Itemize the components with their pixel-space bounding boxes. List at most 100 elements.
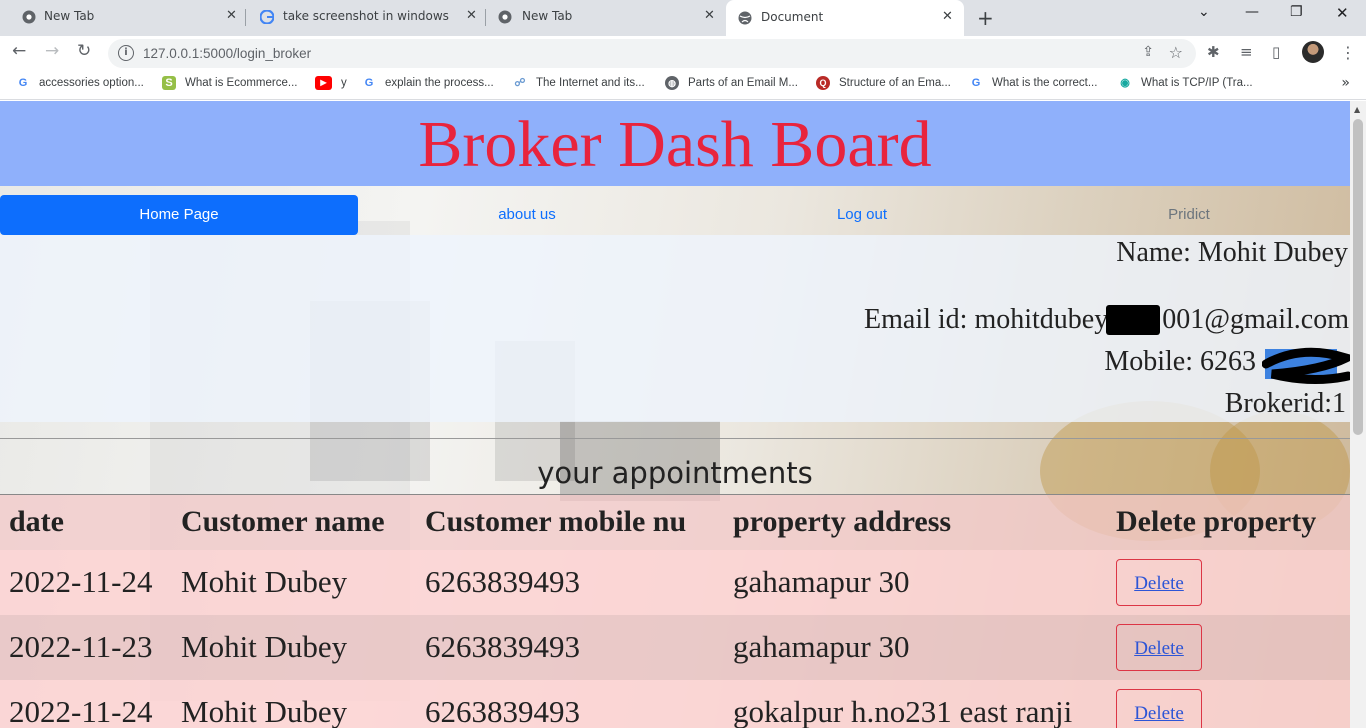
bookmark-item[interactable]: ◉ What is TCP/IP (Tra... — [1118, 76, 1252, 90]
nav-home-page[interactable]: Home Page — [0, 195, 358, 235]
page-content: Broker Dash Board Home Page about us Log… — [0, 101, 1350, 728]
chrome-icon — [22, 10, 36, 24]
url-text[interactable]: 127.0.0.1:5000/login_broker — [143, 46, 311, 61]
bookmark-item[interactable]: Q Structure of an Ema... — [816, 76, 951, 90]
close-icon[interactable]: ✕ — [704, 8, 715, 23]
more-bookmarks-icon[interactable]: » — [1341, 75, 1350, 91]
redaction-scribble — [1262, 347, 1350, 385]
share-icon[interactable]: ⇪ — [1142, 44, 1154, 60]
cell-property-address: gahamapur 30 — [724, 549, 1107, 615]
cell-customer-mobile: 6263839493 — [416, 549, 724, 615]
bookmark-item[interactable]: ▶ y — [315, 76, 347, 90]
cell-action: Delete — [1107, 549, 1350, 615]
profile-brokerid: Brokerid:1 — [1224, 388, 1346, 419]
google-icon: G — [18, 77, 28, 89]
cell-date: 2022-11-23 — [0, 614, 172, 680]
page-header: Broker Dash Board — [0, 101, 1350, 186]
bookmark-item[interactable]: ◍ Parts of an Email M... — [665, 76, 798, 90]
bookmark-item[interactable]: Gaccessories option... — [16, 76, 144, 90]
cell-property-address: gahamapur 30 — [724, 614, 1107, 680]
tab-new-tab-2[interactable]: New Tab ✕ — [486, 0, 724, 34]
google-icon: G — [364, 77, 374, 89]
back-icon[interactable]: ← — [12, 41, 26, 61]
google-icon: G — [971, 77, 981, 89]
cell-property-address: gokalpur h.no231 east ranji — [724, 679, 1107, 728]
section-divider — [0, 438, 1350, 439]
table-row: 2022-11-23 Mohit Dubey 6263839493 gahama… — [0, 614, 1350, 680]
page-title: Broker Dash Board — [418, 108, 932, 181]
extensions-icon[interactable]: ✱ — [1207, 43, 1220, 61]
chrome-icon — [498, 10, 512, 24]
quora-icon: Q — [816, 76, 830, 90]
forward-icon[interactable]: → — [45, 41, 59, 61]
tab-document[interactable]: Document ✕ — [726, 0, 964, 36]
cell-customer-name: Mohit Dubey — [172, 549, 416, 615]
site-info-icon[interactable]: i — [118, 45, 134, 61]
profile-avatar[interactable] — [1302, 41, 1324, 63]
main-nav: Home Page about us Log out Pridict — [0, 195, 1350, 235]
tab-take-screenshot[interactable]: take screenshot in windows 10 - ✕ — [246, 0, 486, 34]
cell-customer-name: Mohit Dubey — [172, 679, 416, 728]
table-header-row: date Customer name Customer mobile nu pr… — [0, 494, 1350, 550]
table-row: 2022-11-24 Mohit Dubey 6263839493 gahama… — [0, 549, 1350, 615]
scrollbar-thumb[interactable] — [1353, 119, 1363, 435]
youtube-icon: ▶ — [315, 76, 332, 90]
nav-predict[interactable]: Pridict — [1028, 195, 1350, 235]
window-close-icon[interactable]: ✕ — [1336, 4, 1349, 22]
menu-icon[interactable]: ⋮ — [1340, 43, 1356, 62]
tab-new-tab-1[interactable]: New Tab ✕ — [0, 0, 246, 34]
redaction-mark — [1106, 305, 1160, 335]
profile-name: Name: Mohit Dubey — [1116, 237, 1348, 268]
eye-icon: ◉ — [1120, 77, 1130, 89]
tab-title: New Tab — [44, 9, 95, 23]
close-icon[interactable]: ✕ — [942, 9, 953, 24]
shopify-icon: S — [162, 76, 176, 90]
bookmark-item[interactable]: S What is Ecommerce... — [162, 76, 297, 90]
restore-icon[interactable]: ❐ — [1290, 4, 1303, 20]
address-bar[interactable]: i 127.0.0.1:5000/login_broker ⇪ ☆ — [108, 39, 1196, 68]
cell-customer-name: Mohit Dubey — [172, 614, 416, 680]
column-header-date: date — [0, 494, 172, 550]
minimize-icon[interactable]: — — [1245, 4, 1259, 20]
network-icon: ☍ — [514, 77, 526, 89]
globe-icon — [738, 11, 752, 25]
column-header-property-address: property address — [724, 494, 1107, 550]
column-header-customer-name: Customer name — [172, 494, 416, 550]
cell-date: 2022-11-24 — [0, 549, 172, 615]
tab-strip: New Tab ✕ take screenshot in windows 10 … — [0, 0, 1366, 36]
column-header-delete-property: Delete property — [1107, 494, 1350, 550]
delete-button[interactable]: Delete — [1116, 688, 1202, 728]
table-row: 2022-11-24 Mohit Dubey 6263839493 gokalp… — [0, 679, 1350, 728]
bookmark-item[interactable]: G What is the correct... — [969, 76, 1098, 90]
media-control-icon[interactable]: ≡ — [1240, 43, 1253, 61]
column-header-customer-mobile: Customer mobile nu — [416, 494, 724, 550]
tab-title: Document — [761, 10, 824, 24]
tab-search-icon[interactable]: ⌄ — [1198, 4, 1210, 20]
close-icon[interactable]: ✕ — [226, 8, 237, 23]
tab-title: New Tab — [522, 9, 573, 23]
cell-customer-mobile: 6263839493 — [416, 614, 724, 680]
cell-customer-mobile: 6263839493 — [416, 679, 724, 728]
browser-toolbar: ← → ↻ i 127.0.0.1:5000/login_broker ⇪ ☆ … — [0, 36, 1366, 70]
close-icon[interactable]: ✕ — [466, 8, 477, 23]
tab-title: take screenshot in windows 10 - — [283, 9, 453, 23]
bookmark-item[interactable]: ☍ The Internet and its... — [513, 76, 644, 90]
bookmark-item[interactable]: Gexplain the process... — [362, 76, 494, 90]
appointments-table: date Customer name Customer mobile nu pr… — [0, 494, 1350, 728]
scroll-up-icon[interactable]: ▲ — [1354, 105, 1360, 114]
cell-date: 2022-11-24 — [0, 679, 172, 728]
page-scrollbar[interactable]: ▲ — [1350, 101, 1366, 728]
google-icon — [260, 10, 274, 24]
profile-mobile: Mobile: 6263 — [1104, 346, 1256, 377]
new-tab-button[interactable]: + — [977, 6, 994, 30]
nav-log-out[interactable]: Log out — [696, 195, 1028, 235]
globe-icon: ◍ — [665, 76, 679, 90]
side-panel-icon[interactable]: ▯ — [1272, 43, 1280, 61]
nav-about-us[interactable]: about us — [358, 195, 696, 235]
appointments-heading: your appointments — [537, 456, 813, 490]
reload-icon[interactable]: ↻ — [77, 41, 91, 61]
delete-button[interactable]: Delete — [1116, 623, 1202, 671]
bookmark-star-icon[interactable]: ☆ — [1169, 43, 1183, 62]
delete-button[interactable]: Delete — [1116, 558, 1202, 606]
cell-action: Delete — [1107, 679, 1350, 728]
